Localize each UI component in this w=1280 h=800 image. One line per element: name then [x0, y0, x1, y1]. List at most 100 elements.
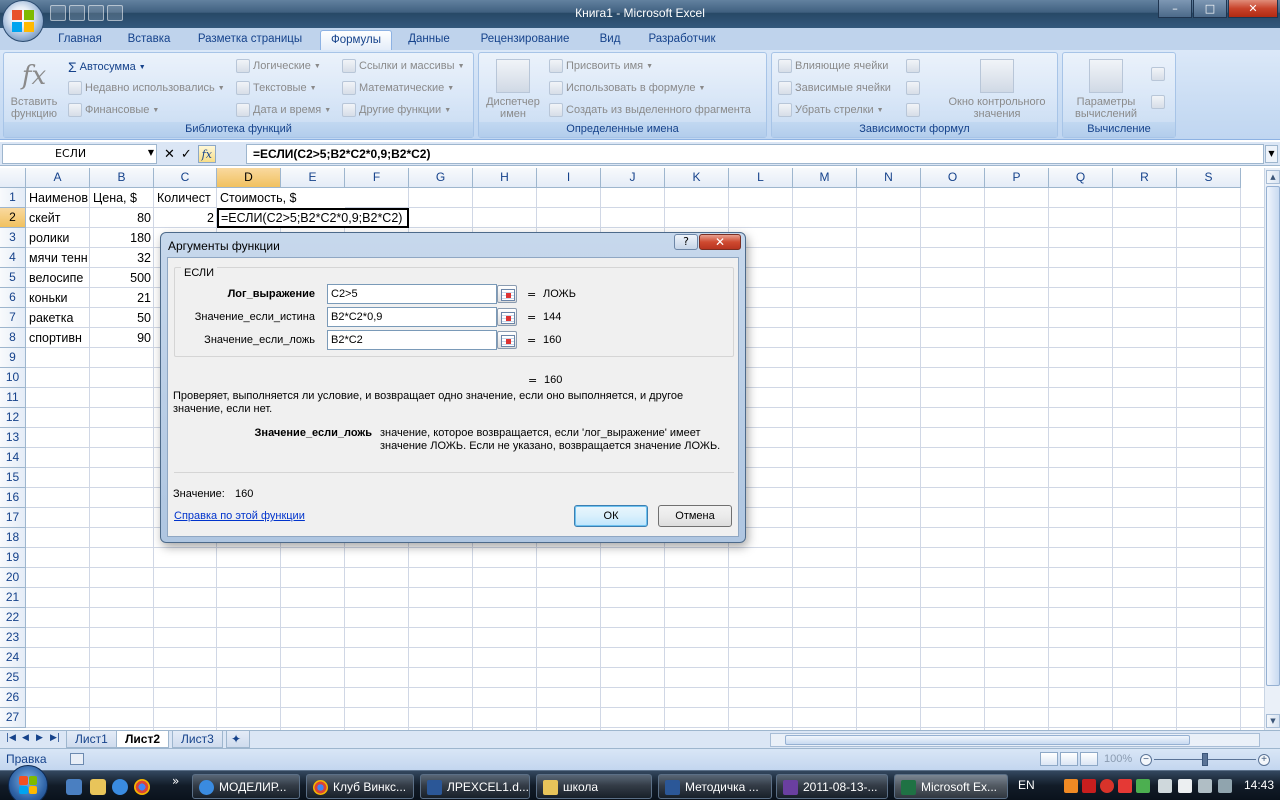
scroll-down-icon[interactable]: ▼ — [1266, 714, 1280, 728]
insert-function-icon[interactable]: fx — [197, 145, 216, 163]
clock[interactable]: 14:43 — [1244, 778, 1274, 792]
column-header-l[interactable]: L — [729, 168, 793, 188]
enter-formula-icon[interactable]: ✓ — [181, 147, 192, 162]
cell-a6[interactable]: коньки — [26, 288, 90, 308]
zoom-in-icon[interactable]: + — [1258, 754, 1270, 766]
chevron-down-icon[interactable]: ▼ — [148, 148, 154, 157]
zoom-knob[interactable] — [1202, 753, 1208, 766]
use-in-formula-button[interactable]: Использовать в формуле ▼ — [549, 81, 705, 95]
financial-button[interactable]: Финансовые ▼ — [68, 103, 159, 117]
cell-d1[interactable]: Стоимость, $ — [217, 188, 345, 208]
tab-home[interactable]: Главная — [48, 30, 112, 50]
column-header-n[interactable]: N — [857, 168, 921, 188]
task-item-2[interactable]: Клуб Винкс... — [306, 774, 414, 799]
page-break-view-icon[interactable] — [1080, 752, 1098, 766]
evaluate-formula-icon[interactable] — [906, 103, 920, 117]
logical-button[interactable]: Логические ▼ — [236, 59, 321, 73]
minimize-button[interactable]: – — [1158, 0, 1192, 18]
remove-arrows-button[interactable]: Убрать стрелки ▼ — [778, 103, 884, 117]
column-header-m[interactable]: M — [793, 168, 857, 188]
row-header-19[interactable]: 19 — [0, 548, 26, 568]
define-name-button[interactable]: Присвоить имя ▼ — [549, 59, 653, 73]
expand-formula-bar-icon[interactable]: ▼ — [1265, 145, 1278, 163]
cell-c1[interactable]: Количест — [154, 188, 217, 208]
column-header-q[interactable]: Q — [1049, 168, 1113, 188]
row-header-23[interactable]: 23 — [0, 628, 26, 648]
column-header-f[interactable]: F — [345, 168, 409, 188]
arg-input-logical-test[interactable]: C2>5 — [327, 284, 497, 304]
cell-a8[interactable]: спортивн — [26, 328, 90, 348]
trace-precedents-button[interactable]: Влияющие ячейки — [778, 59, 888, 73]
name-manager-button[interactable]: Диспетчер имен — [481, 59, 545, 120]
explorer-icon[interactable] — [90, 779, 106, 795]
dialog-help-button[interactable]: ? — [674, 234, 698, 250]
column-header-g[interactable]: G — [409, 168, 473, 188]
tab-developer[interactable]: Разработчик — [640, 30, 724, 50]
column-header-e[interactable]: E — [281, 168, 345, 188]
column-header-k[interactable]: K — [665, 168, 729, 188]
row-header-1[interactable]: 1 — [0, 188, 26, 208]
language-indicator[interactable]: EN — [1018, 778, 1035, 792]
row-header-6[interactable]: 6 — [0, 288, 26, 308]
dialog-close-button[interactable]: ✕ — [699, 234, 741, 250]
office-button[interactable] — [2, 0, 44, 42]
datetime-button[interactable]: Дата и время ▼ — [236, 103, 331, 117]
task-item-1[interactable]: МОДЕЛИР... — [192, 774, 300, 799]
tray-app-icon[interactable] — [1064, 779, 1078, 793]
column-header-a[interactable]: A — [26, 168, 90, 188]
column-header-s[interactable]: S — [1177, 168, 1241, 188]
column-header-r[interactable]: R — [1113, 168, 1177, 188]
active-cell-d2[interactable]: =ЕСЛИ(C2>5;B2*C2*0,9;B2*C2) — [217, 208, 409, 228]
row-header-15[interactable]: 15 — [0, 468, 26, 488]
cell-a5[interactable]: велосипе — [26, 268, 90, 288]
calculate-now-icon[interactable] — [1151, 67, 1165, 81]
arg-input-value-if-false[interactable]: B2*C2 — [327, 330, 497, 350]
cell-a4[interactable]: мячи тенн — [26, 248, 90, 268]
tray-app-icon[interactable] — [1082, 779, 1096, 793]
sheet-tab-1[interactable]: Лист1 — [66, 731, 117, 748]
cell-a1[interactable]: Наименов — [26, 188, 90, 208]
column-header-j[interactable]: J — [601, 168, 665, 188]
watch-window-button[interactable]: Окно контрольного значения — [938, 59, 1056, 120]
row-header-5[interactable]: 5 — [0, 268, 26, 288]
row-header-4[interactable]: 4 — [0, 248, 26, 268]
row-header-11[interactable]: 11 — [0, 388, 26, 408]
cell-b5[interactable]: 500 — [90, 268, 154, 288]
row-header-16[interactable]: 16 — [0, 488, 26, 508]
zoom-out-icon[interactable]: − — [1140, 754, 1152, 766]
last-sheet-icon[interactable]: ▶| — [50, 733, 60, 743]
lookup-button[interactable]: Ссылки и массивы ▼ — [342, 59, 465, 73]
zoom-slider[interactable]: − + — [1140, 753, 1270, 766]
row-header-13[interactable]: 13 — [0, 428, 26, 448]
row-header-24[interactable]: 24 — [0, 648, 26, 668]
chrome-icon[interactable] — [134, 779, 150, 795]
next-sheet-icon[interactable]: ▶ — [36, 733, 43, 743]
tab-view[interactable]: Вид — [590, 30, 630, 50]
arg-input-value-if-true[interactable]: B2*C2*0,9 — [327, 307, 497, 327]
math-button[interactable]: Математические ▼ — [342, 81, 454, 95]
first-sheet-icon[interactable]: |◀ — [6, 733, 16, 743]
row-header-22[interactable]: 22 — [0, 608, 26, 628]
cell-a2[interactable]: скейт — [26, 208, 90, 228]
row-header-21[interactable]: 21 — [0, 588, 26, 608]
text-button[interactable]: Текстовые ▼ — [236, 81, 317, 95]
zoom-level[interactable]: 100% — [1104, 753, 1132, 765]
formula-input[interactable]: =ЕСЛИ(C2>5;B2*C2*0,9;B2*C2) — [246, 144, 1264, 164]
range-select-icon[interactable] — [497, 331, 517, 349]
row-header-14[interactable]: 14 — [0, 448, 26, 468]
volume-icon[interactable] — [1218, 779, 1232, 793]
tab-insert[interactable]: Вставка — [118, 30, 180, 50]
column-header-i[interactable]: I — [537, 168, 601, 188]
row-header-7[interactable]: 7 — [0, 308, 26, 328]
scroll-up-icon[interactable]: ▲ — [1266, 170, 1280, 184]
row-header-10[interactable]: 10 — [0, 368, 26, 388]
row-header-25[interactable]: 25 — [0, 668, 26, 688]
close-button[interactable]: ✕ — [1228, 0, 1278, 18]
safely-remove-icon[interactable] — [1158, 779, 1172, 793]
task-item-3[interactable]: ЛРEXCEL1.d... — [420, 774, 530, 799]
tab-formulas[interactable]: Формулы — [320, 30, 392, 50]
vertical-scroll-thumb[interactable] — [1266, 186, 1280, 686]
function-help-link[interactable]: Справка по этой функции — [174, 510, 305, 522]
ok-button[interactable]: ОК — [574, 505, 648, 527]
column-header-b[interactable]: B — [90, 168, 154, 188]
